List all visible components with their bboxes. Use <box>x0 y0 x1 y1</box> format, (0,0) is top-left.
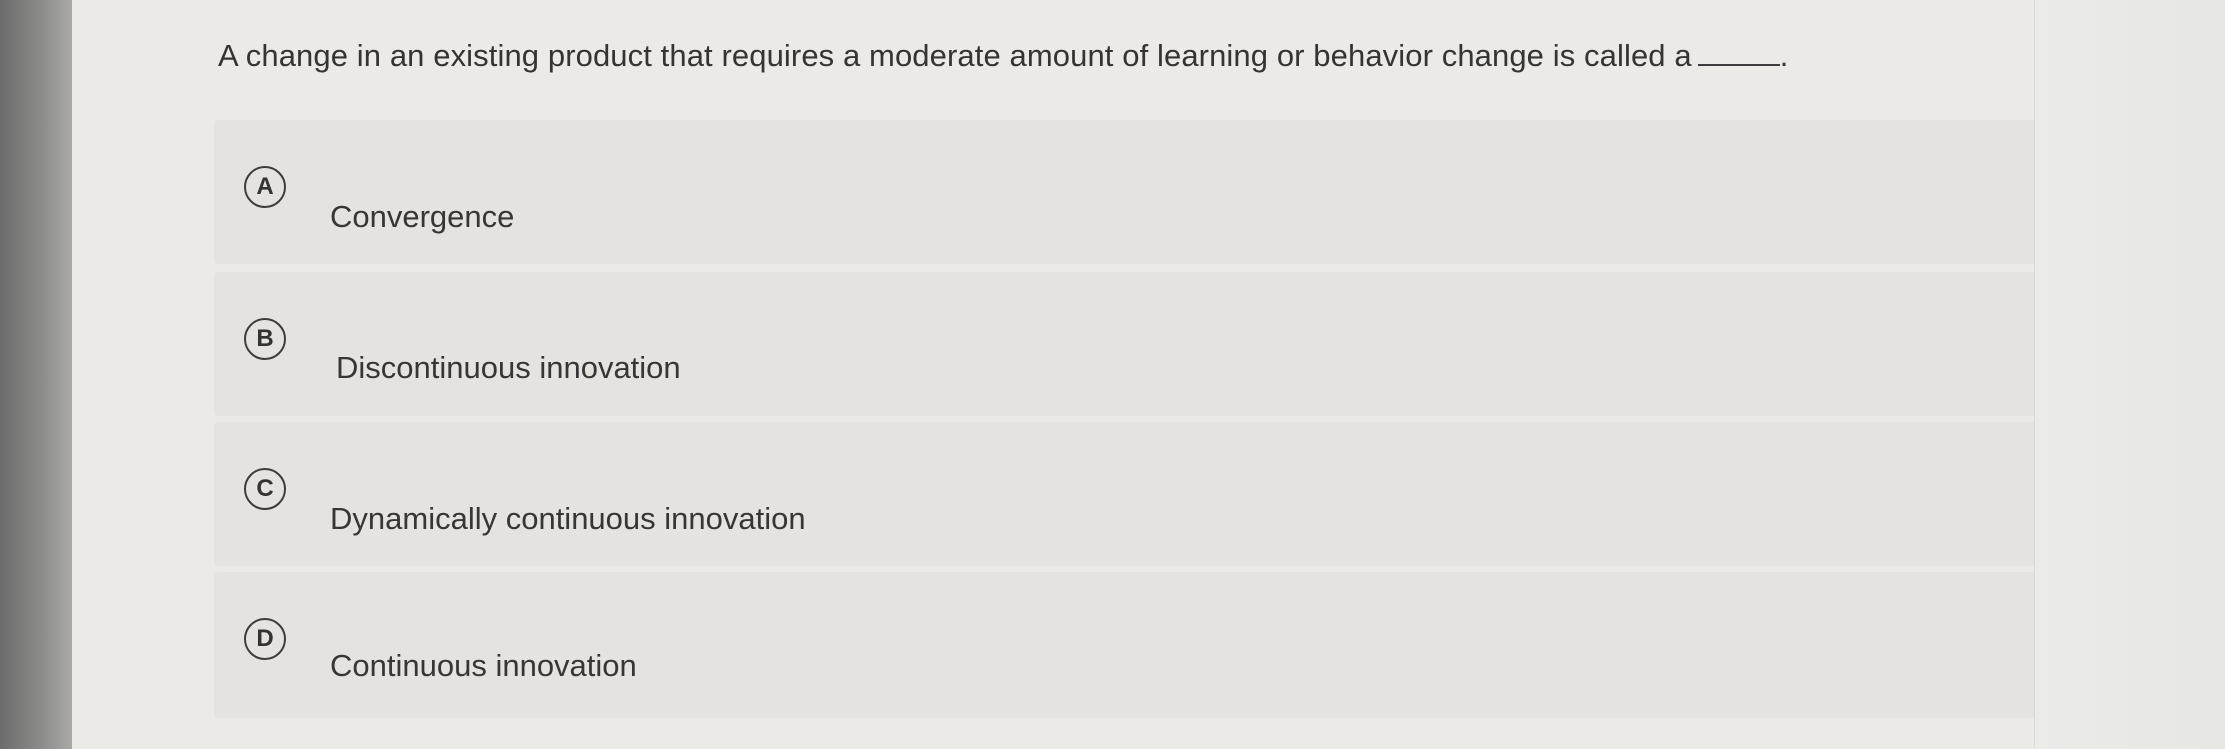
answer-option-b[interactable]: B Discontinuous innovation <box>214 272 2037 416</box>
option-letter-badge: B <box>244 318 286 360</box>
option-label: Continuous innovation <box>330 648 637 683</box>
option-letter-badge: A <box>244 166 286 208</box>
option-label: Dynamically continuous innovation <box>330 501 806 536</box>
option-letter-badge: C <box>244 468 286 510</box>
answer-option-a[interactable]: A Convergence <box>214 120 2037 264</box>
option-label: Convergence <box>330 199 515 234</box>
question-text: A change in an existing product that req… <box>218 38 1692 73</box>
option-letter-badge: D <box>244 618 286 660</box>
question-prompt: A change in an existing product that req… <box>218 38 1788 74</box>
fill-in-blank <box>1697 64 1780 66</box>
option-label: Discontinuous innovation <box>336 350 681 385</box>
monitor-bezel <box>0 0 72 749</box>
answer-option-c[interactable]: C Dynamically continuous innovation <box>214 422 2037 566</box>
answer-option-d[interactable]: D Continuous innovation <box>214 572 2037 718</box>
quiz-screen: A change in an existing product that req… <box>72 0 2037 749</box>
screen-right-edge <box>2034 0 2225 749</box>
question-period: . <box>1779 38 1789 73</box>
